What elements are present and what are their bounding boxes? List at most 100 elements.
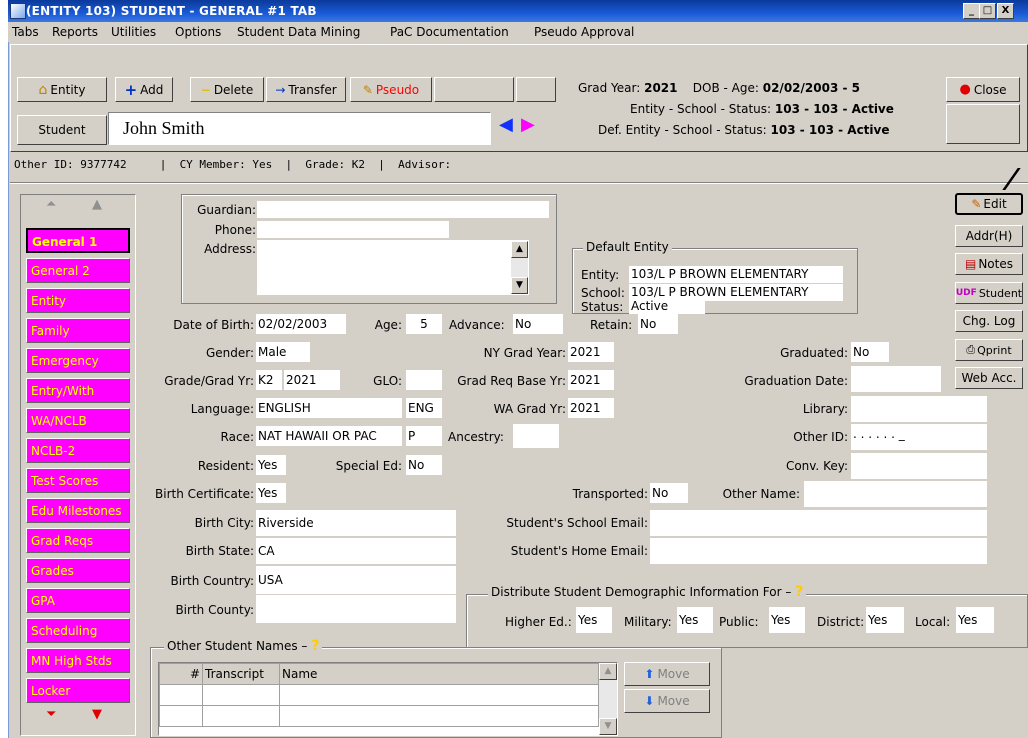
nav-grad-reqs[interactable]: Grad Reqs bbox=[26, 528, 130, 553]
guardian-field[interactable] bbox=[257, 201, 549, 218]
age-field[interactable]: 5 bbox=[406, 314, 442, 334]
nav-mn-high-stds[interactable]: MN High Stds bbox=[26, 648, 130, 673]
race-field[interactable]: NAT HAWAII OR PAC bbox=[256, 426, 402, 446]
scroll-up-arrow-icon[interactable]: ▲ bbox=[599, 663, 617, 680]
scroll-down-icon[interactable]: ▼ bbox=[92, 707, 102, 722]
public-field[interactable]: Yes bbox=[769, 607, 805, 633]
change-log-button[interactable]: Chg. Log bbox=[955, 310, 1023, 332]
previous-record-icon[interactable]: ◀ bbox=[499, 114, 513, 135]
language-code-field[interactable]: ENG bbox=[406, 398, 442, 418]
glo-field[interactable] bbox=[406, 370, 442, 390]
nav-edu-milestones[interactable]: Edu Milestones bbox=[26, 498, 130, 523]
scroll-up-arrow-icon[interactable]: ▲ bbox=[511, 241, 528, 258]
dob-field[interactable]: 02/02/2003 bbox=[256, 314, 346, 334]
edit-button[interactable]: ✎ Edit bbox=[955, 193, 1023, 215]
scroll-down-arrow-icon[interactable]: ▼ bbox=[511, 277, 528, 294]
race-code-field[interactable]: P bbox=[406, 426, 442, 446]
nav-test-scores[interactable]: Test Scores bbox=[26, 468, 130, 493]
nav-entry-with[interactable]: Entry/With bbox=[26, 378, 130, 403]
help-icon[interactable]: ? bbox=[795, 584, 803, 600]
scroll-bottom-icon[interactable]: ⏷ bbox=[46, 707, 56, 722]
language-field[interactable]: ENGLISH bbox=[256, 398, 402, 418]
close-window-button[interactable]: X bbox=[997, 3, 1014, 19]
resident-field[interactable]: Yes bbox=[256, 455, 286, 475]
menu-pac-documentation[interactable]: PaC Documentation bbox=[390, 25, 509, 39]
scroll-up-icon[interactable]: ▲ bbox=[92, 197, 102, 212]
address-scrollbar[interactable]: ▲ ▼ bbox=[511, 241, 528, 294]
birth-state-field[interactable]: CA bbox=[256, 538, 456, 564]
conv-key-field[interactable] bbox=[851, 453, 987, 479]
table-scrollbar[interactable]: ▲ ▼ bbox=[599, 663, 617, 735]
menu-options[interactable]: Options bbox=[175, 25, 221, 39]
grad-yr-field[interactable]: 2021 bbox=[284, 370, 340, 390]
table-row[interactable] bbox=[159, 684, 599, 706]
birth-certificate-field[interactable]: Yes bbox=[256, 483, 286, 503]
ny-grad-year-field[interactable]: 2021 bbox=[568, 342, 614, 362]
advance-field[interactable]: No bbox=[513, 314, 563, 334]
maximize-button[interactable]: □ bbox=[979, 3, 996, 19]
phone-field[interactable] bbox=[257, 221, 449, 238]
minimize-button[interactable]: _ bbox=[963, 3, 980, 19]
blank-right-button[interactable] bbox=[946, 104, 1020, 144]
nav-grades[interactable]: Grades bbox=[26, 558, 130, 583]
move-down-button[interactable]: ⬇ Move bbox=[624, 689, 710, 713]
qprint-button[interactable]: ⎙ Qprint bbox=[955, 339, 1023, 361]
nav-gpa[interactable]: GPA bbox=[26, 588, 130, 613]
add-button[interactable]: + Add bbox=[115, 77, 173, 102]
grad-req-base-yr-field[interactable]: 2021 bbox=[568, 370, 614, 390]
transported-field[interactable]: No bbox=[650, 483, 688, 503]
addr-h-button[interactable]: Addr(H) bbox=[955, 225, 1023, 247]
nav-emergency[interactable]: Emergency bbox=[26, 348, 130, 373]
library-field[interactable] bbox=[851, 396, 987, 422]
student-name-field[interactable]: John Smith bbox=[108, 112, 491, 145]
nav-family[interactable]: Family bbox=[26, 318, 130, 343]
address-field[interactable] bbox=[257, 240, 529, 295]
help-icon[interactable]: ? bbox=[311, 638, 319, 654]
menu-utilities[interactable]: Utilities bbox=[111, 25, 156, 39]
scroll-down-arrow-icon[interactable]: ▼ bbox=[599, 718, 617, 735]
close-button[interactable]: ● Close bbox=[946, 77, 1020, 102]
menu-reports[interactable]: Reports bbox=[52, 25, 98, 39]
local-field[interactable]: Yes bbox=[956, 607, 994, 633]
special-ed-field[interactable]: No bbox=[406, 455, 442, 475]
nav-wa-nclb[interactable]: WA/NCLB bbox=[26, 408, 130, 433]
ancestry-field[interactable] bbox=[513, 424, 559, 448]
nav-general-2[interactable]: General 2 bbox=[26, 258, 130, 283]
school-email-field[interactable] bbox=[650, 510, 987, 536]
district-field[interactable]: Yes bbox=[866, 607, 904, 633]
retain-field[interactable]: No bbox=[638, 314, 678, 334]
notes-button[interactable]: ▤ Notes bbox=[955, 253, 1023, 275]
home-email-field[interactable] bbox=[650, 538, 987, 564]
blank-toolbar-button-2[interactable] bbox=[516, 77, 556, 102]
birth-city-field[interactable]: Riverside bbox=[256, 510, 456, 536]
graduated-field[interactable]: No bbox=[851, 342, 889, 362]
nav-general-1[interactable]: General 1 bbox=[26, 228, 130, 253]
military-field[interactable]: Yes bbox=[677, 607, 713, 633]
birth-county-field[interactable] bbox=[256, 595, 456, 623]
blank-toolbar-button-1[interactable] bbox=[434, 77, 514, 102]
wa-grad-yr-field[interactable]: 2021 bbox=[568, 398, 614, 418]
entity-button[interactable]: ⌂ Entity bbox=[17, 77, 107, 102]
other-id-field[interactable]: . . . . . . _ bbox=[851, 424, 987, 450]
delete-button[interactable]: − Delete bbox=[190, 77, 264, 102]
table-row[interactable] bbox=[159, 705, 599, 727]
nav-nclb-2[interactable]: NCLB-2 bbox=[26, 438, 130, 463]
pseudo-button[interactable]: ✎ Pseudo bbox=[350, 77, 432, 102]
menu-pseudo-approval[interactable]: Pseudo Approval bbox=[534, 25, 634, 39]
student-button[interactable]: Student bbox=[17, 115, 107, 145]
move-up-button[interactable]: ⬆ Move bbox=[624, 662, 710, 686]
nav-scheduling[interactable]: Scheduling bbox=[26, 618, 130, 643]
transfer-button[interactable]: → Transfer bbox=[266, 77, 346, 102]
menu-student-data-mining[interactable]: Student Data Mining bbox=[237, 25, 360, 39]
nav-entity[interactable]: Entity bbox=[26, 288, 130, 313]
udf-student-button[interactable]: UDF Student bbox=[955, 282, 1023, 304]
grade-field[interactable]: K2 bbox=[256, 370, 282, 390]
nav-locker[interactable]: Locker bbox=[26, 678, 130, 703]
higher-ed-field[interactable]: Yes bbox=[576, 607, 612, 633]
birth-country-field[interactable]: USA bbox=[256, 566, 456, 594]
scroll-top-icon[interactable]: ⏶ bbox=[46, 197, 56, 212]
next-record-icon[interactable]: ▶ bbox=[521, 114, 535, 135]
menu-tabs[interactable]: Tabs bbox=[12, 25, 39, 39]
graduation-date-field[interactable] bbox=[851, 366, 941, 392]
other-name-field[interactable] bbox=[804, 481, 987, 507]
